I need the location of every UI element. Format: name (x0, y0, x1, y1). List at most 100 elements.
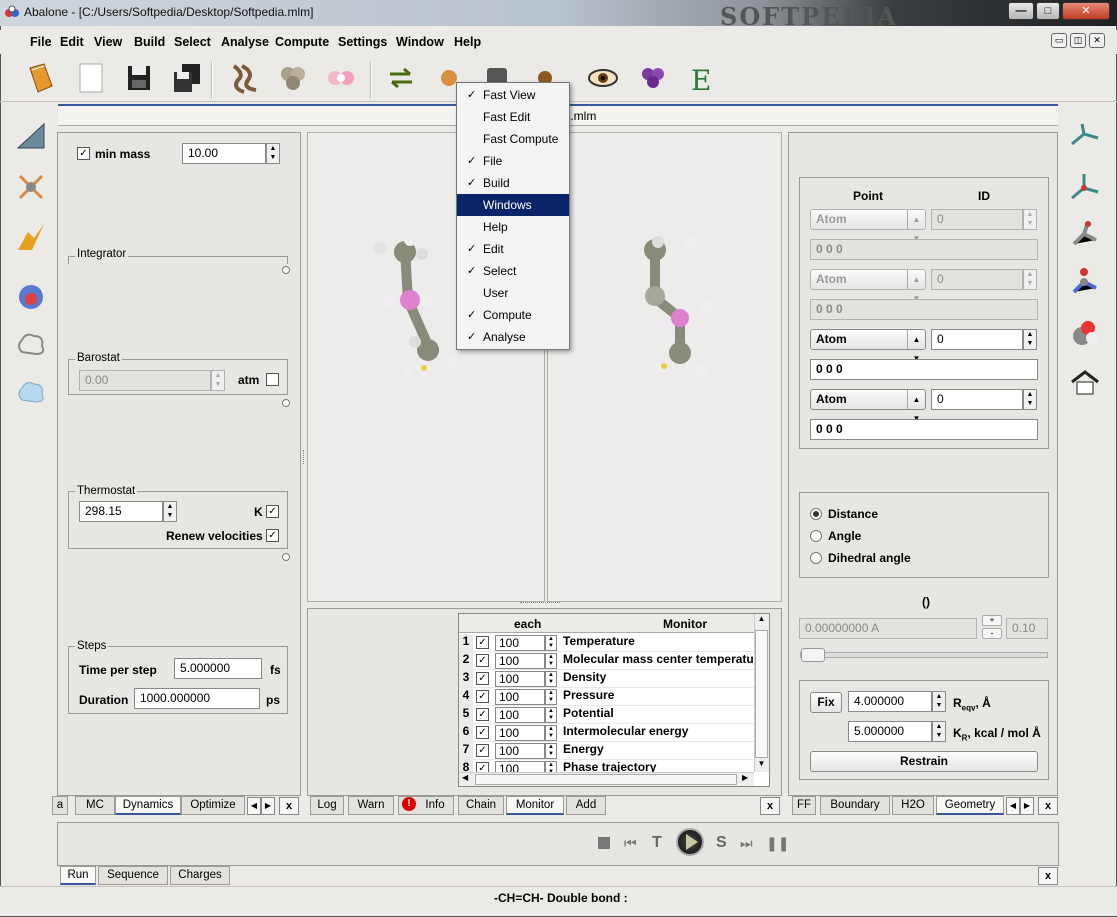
run-close-icon[interactable]: x (1038, 867, 1058, 885)
bond-tool-icon[interactable] (14, 170, 48, 204)
atom-combo[interactable]: Atom ▲▼ (810, 269, 926, 303)
barostat-input[interactable]: 0.00 (79, 370, 211, 391)
row-each-input[interactable]: 100 (495, 725, 545, 741)
fix-button[interactable]: Fix (810, 692, 842, 713)
row-checkbox[interactable]: ✓ (476, 672, 489, 685)
row-each-input[interactable]: 100 (495, 653, 545, 669)
tab-dynamics[interactable]: Dynamics (115, 796, 181, 815)
atom-coords-field[interactable]: 0 0 0 (810, 239, 1038, 260)
geo-tab-scroll-right-icon[interactable]: ▶ (1020, 797, 1034, 815)
popup-item-fast-edit[interactable]: Fast Edit (457, 106, 569, 128)
splitter-handle[interactable] (520, 602, 560, 606)
s-button[interactable]: S (716, 834, 727, 852)
tab-sequence[interactable]: Sequence (98, 866, 168, 885)
pause-icon[interactable]: ❚❚ (766, 835, 789, 852)
r-value-spinner[interactable]: ▲ ▼ (932, 691, 946, 712)
thermostat-input[interactable]: 298.15 (79, 501, 163, 522)
popup-item-help[interactable]: Help (457, 216, 569, 238)
atom-id-input[interactable]: 0 (931, 329, 1023, 350)
min-mass-spinner[interactable]: ▲ ▼ (266, 143, 280, 164)
row-checkbox[interactable]: ✓ (476, 744, 489, 757)
atom-id-input[interactable]: 0 (931, 269, 1023, 290)
tab-a[interactable]: a (52, 796, 68, 815)
table-row[interactable]: 7 ✓ 100 ▲ ▼ Energy (459, 742, 754, 760)
splitter-handle[interactable] (303, 450, 307, 464)
cloud-outline-icon[interactable] (14, 328, 48, 362)
row-each-spinner[interactable]: ▲▼ (545, 743, 557, 759)
menu-build[interactable]: Build (134, 35, 165, 49)
restrain-button[interactable]: Restrain (810, 751, 1038, 772)
row-each-input[interactable]: 100 (495, 707, 545, 723)
atom-coords-field[interactable]: 0 0 0 (810, 359, 1038, 380)
radio-distance[interactable] (810, 508, 822, 520)
tab-run[interactable]: Run (60, 866, 96, 885)
left-panel-close-icon[interactable]: x (279, 797, 299, 815)
barostat-handle[interactable] (282, 399, 290, 407)
atom-coords-field[interactable]: 0 0 0 (810, 419, 1038, 440)
tab-h2o[interactable]: H2O (892, 796, 934, 815)
ball-stick-icon[interactable] (1068, 266, 1102, 300)
home-icon[interactable] (1068, 366, 1102, 400)
monitor-close-icon[interactable]: x (760, 797, 780, 815)
tab-log[interactable]: Log (310, 796, 344, 815)
maximize-button[interactable]: □ (1036, 2, 1060, 20)
table-row[interactable]: 2 ✓ 100 ▲ ▼ Molecular mass center temperatur (459, 652, 754, 670)
tab-mc[interactable]: MC (75, 796, 115, 815)
tab-scroll-right-icon[interactable]: ▶ (261, 797, 275, 815)
save-icon[interactable] (122, 60, 156, 96)
tab-charges[interactable]: Charges (170, 866, 230, 885)
k-value-spinner[interactable]: ▲ ▼ (932, 721, 946, 742)
cloud-filled-icon[interactable] (14, 376, 48, 410)
tab-geometry[interactable]: Geometry (936, 796, 1004, 815)
row-each-input[interactable]: 100 (495, 635, 545, 651)
popup-item-user[interactable]: User (457, 282, 569, 304)
table-row[interactable]: 5 ✓ 100 ▲ ▼ Potential (459, 706, 754, 724)
row-each-input[interactable]: 100 (495, 689, 545, 705)
atom-id-spinner[interactable]: ▲ ▼ (1023, 389, 1037, 410)
value-slider-track[interactable] (800, 652, 1048, 658)
geo-tab-scroll-left-icon[interactable]: ◀ (1006, 797, 1020, 815)
tab-add[interactable]: Add (566, 796, 606, 815)
popup-item-select[interactable]: ✓ Select (457, 260, 569, 282)
tab-boundary[interactable]: Boundary (820, 796, 890, 815)
mdi-minimize-icon[interactable]: ▭ (1051, 33, 1067, 48)
row-checkbox[interactable]: ✓ (476, 708, 489, 721)
menu-compute[interactable]: Compute (275, 35, 329, 49)
atom-id-spinner[interactable]: ▲ ▼ (1023, 209, 1037, 230)
radio-dihedral-angle[interactable] (810, 552, 822, 564)
new-file-icon[interactable] (74, 60, 108, 96)
menu-edit[interactable]: Edit (60, 35, 84, 49)
value-plus-button[interactable]: + (982, 615, 1002, 626)
skip-forward-icon[interactable]: ⏭ (740, 835, 753, 852)
tab-warn[interactable]: Warn (348, 796, 394, 815)
swap-arrows-icon[interactable] (384, 60, 418, 96)
popup-item-windows[interactable]: Windows (457, 194, 569, 216)
popup-item-analyse[interactable]: ✓ Analyse (457, 326, 569, 348)
stop-icon[interactable] (598, 837, 610, 849)
eye-icon[interactable] (586, 60, 620, 96)
rewind-icon[interactable]: ⏮ (624, 835, 637, 852)
menu-settings[interactable]: Settings (338, 35, 387, 49)
hscroll-thumb[interactable] (475, 774, 737, 785)
radio-angle[interactable] (810, 530, 822, 542)
stick-molecule-icon[interactable] (1068, 218, 1102, 252)
scroll-up-icon[interactable]: ▲ (754, 614, 769, 628)
pink-molecule-icon[interactable] (324, 60, 358, 96)
scroll-right-icon[interactable]: ▶ (742, 773, 748, 782)
atom-id-spinner[interactable]: ▲ ▼ (1023, 329, 1037, 350)
popup-item-fast-view[interactable]: ✓ Fast View (457, 84, 569, 106)
close-button[interactable]: ✕ (1062, 2, 1110, 20)
arrow-tool-icon[interactable] (14, 220, 48, 254)
geometry-close-icon[interactable]: x (1038, 797, 1058, 815)
barostat-spinner[interactable]: ▲ ▼ (211, 370, 225, 391)
tab-optimize[interactable]: Optimize (181, 796, 245, 815)
integrator-handle[interactable] (282, 266, 290, 274)
thermostat-handle[interactable] (282, 553, 290, 561)
atom-coords-field[interactable]: 0 0 0 (810, 299, 1038, 320)
tab-monitor[interactable]: Monitor (506, 796, 564, 815)
value-step-field[interactable]: 0.10 (1006, 618, 1048, 639)
renew-velocities-checkbox[interactable]: ✓ (266, 529, 279, 542)
scroll-thumb[interactable] (755, 630, 768, 758)
mdi-close-icon[interactable]: ✕ (1089, 33, 1105, 48)
atom-id-input[interactable]: 0 (931, 209, 1023, 230)
